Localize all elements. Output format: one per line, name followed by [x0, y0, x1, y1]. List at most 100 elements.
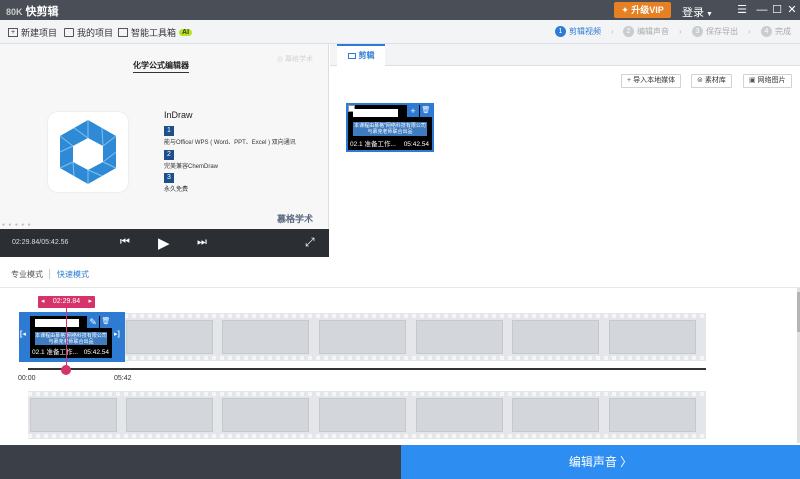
tab-edit-label: 剪辑	[358, 51, 375, 60]
mode-bar: 专业模式 快速模式	[0, 262, 800, 288]
minimize-button[interactable]: —	[755, 3, 769, 17]
feature-text: 永久免费	[164, 187, 189, 193]
feature-number: 1	[164, 126, 174, 136]
new-project-label: 新建项目	[21, 28, 58, 38]
clip-slide-text: 本课程由慕格"网络科技有限公司与慕克老师联合出品	[353, 122, 427, 137]
track-frame	[126, 398, 213, 432]
track-frame	[416, 320, 503, 354]
toolbox-label: 智能工具箱	[131, 28, 177, 38]
player-controls: 02:29.84/05:42.56 ⏮ ▶ ⏭ ⤢	[0, 229, 329, 257]
fullscreen-icon[interactable]: ⤢	[305, 235, 315, 250]
toolbox-button[interactable]: 智能工具箱 AI	[118, 26, 193, 39]
playhead-handle[interactable]	[61, 365, 71, 375]
clip-tools: ✎ 🗑	[86, 316, 112, 328]
track-frame	[319, 320, 406, 354]
playhead-prev-icon[interactable]: ◂	[38, 296, 45, 308]
chevron-down-icon: ▼	[706, 11, 713, 18]
my-projects-button[interactable]: 我的项目	[64, 26, 113, 39]
clip-slide-text: 本课程由慕格"网络科技有限公司与慕克老师联合出品	[34, 331, 108, 346]
clip-caption: 02.1 准备工作... 05:42.54	[30, 347, 112, 358]
step-edit-audio[interactable]: 2 编辑声音 ›	[623, 26, 682, 37]
trash-icon[interactable]: 🗑	[100, 316, 112, 328]
trim-handle-left[interactable]: [◂	[20, 330, 26, 338]
clip-tools: + 🗑	[406, 105, 432, 117]
clip-thumbnail	[353, 108, 399, 117]
playhead-time: ◂ 02:29.84 ▸	[38, 296, 95, 308]
menu-icon[interactable]: ☰	[735, 3, 749, 17]
video-preview[interactable]: 化学公式编辑器 ◎ 幕格学术 InDraw 1 能与Office/ WPS ( …	[0, 44, 329, 229]
clip-thumbnail	[34, 319, 80, 327]
edit-audio-button[interactable]: 编辑声音 〉	[401, 445, 800, 479]
new-project-button[interactable]: + 新建项目	[8, 26, 57, 39]
track-frame	[222, 320, 309, 354]
step-number: 3	[692, 26, 703, 37]
film-sprocket	[28, 314, 706, 318]
tab-quick-mode[interactable]: 快速模式	[57, 269, 89, 280]
playhead-line	[66, 307, 67, 372]
track-frame	[512, 320, 599, 354]
playhead-time-label: 02:29.84	[52, 298, 81, 305]
film-sprocket	[28, 434, 706, 438]
previous-icon[interactable]: ⏮	[120, 236, 130, 249]
login-button[interactable]: 登录 ▼	[682, 4, 713, 20]
button-label: 网络图片	[757, 77, 786, 84]
plus-icon: +	[627, 77, 632, 84]
slide-title: 化学公式编辑器	[133, 60, 189, 73]
step-number: 2	[623, 26, 634, 37]
close-button[interactable]: ✕	[785, 3, 799, 17]
feature-item: 2 完美兼容ChemDraw	[164, 150, 218, 170]
web-images-button[interactable]: ▣ 网络图片	[743, 74, 792, 88]
playhead-next-icon[interactable]: ▸	[88, 296, 95, 308]
track-frame	[30, 398, 117, 432]
track-frame	[319, 398, 406, 432]
plus-square-icon: +	[8, 28, 18, 37]
login-label: 登录	[682, 7, 704, 19]
toolbox-icon	[118, 28, 128, 37]
clip-duration: 05:42.54	[403, 141, 429, 148]
video-track[interactable]	[28, 313, 706, 361]
product-name: InDraw	[164, 110, 193, 120]
brand-text: 慕格学术	[277, 214, 314, 224]
feature-number: 3	[164, 173, 174, 183]
button-label: 导入本地媒体	[633, 77, 676, 84]
tick-label: 00:00	[18, 375, 36, 382]
play-icon[interactable]: ▶	[158, 234, 170, 252]
material-library-button[interactable]: ⊜ 素材库	[691, 74, 732, 88]
maximize-button[interactable]: ☐	[770, 3, 784, 17]
media-clip[interactable]: 本课程由慕格"网络科技有限公司与慕克老师联合出品 + 🗑 02.1 准备工作..…	[346, 103, 434, 152]
tab-edit[interactable]: 剪辑	[337, 44, 385, 66]
edit-icon[interactable]: ✎	[87, 316, 99, 328]
track-frame	[416, 398, 503, 432]
folder-icon	[64, 28, 74, 37]
film-sprocket	[28, 356, 706, 360]
clip-title: 02.1 准备工作...	[32, 349, 78, 356]
step-save-export[interactable]: 3 保存导出 ›	[692, 26, 751, 37]
feature-text: 能与Office/ WPS ( Word、PPT、Excel ) 双向通讯	[164, 140, 296, 146]
upgrade-vip-button[interactable]: ✦ 升级VIP	[614, 2, 671, 18]
next-icon[interactable]: ⏭	[197, 236, 207, 249]
chevron-right-icon: ›	[748, 27, 751, 36]
image-icon: ▣	[749, 77, 756, 84]
add-icon[interactable]: +	[407, 105, 419, 117]
ai-badge: AI	[179, 29, 193, 36]
track-frame	[126, 320, 213, 354]
feature-text: 完美兼容ChemDraw	[164, 164, 219, 170]
feature-item: 3 永久免费	[164, 173, 188, 193]
tab-pro-mode[interactable]: 专业模式	[11, 269, 43, 280]
trash-icon[interactable]: 🗑	[420, 105, 432, 117]
clip-title: 02.1 准备工作...	[350, 141, 396, 148]
edit-tab-bar	[330, 44, 800, 66]
trim-handle-right[interactable]: ▸]	[114, 330, 120, 338]
import-local-media-button[interactable]: + 导入本地媒体	[621, 74, 682, 88]
step-label: 剪辑视频	[569, 27, 601, 36]
logo-mark: 80K	[6, 7, 23, 17]
film-sprocket	[28, 392, 706, 396]
timeline-clip[interactable]: 本课程由慕格"网络科技有限公司与慕克老师联合出品 ✎ 🗑 02.1 准备工作..…	[28, 314, 114, 360]
step-edit-video[interactable]: 1 剪辑视频 ›	[555, 26, 614, 37]
clip-caption: 02.1 准备工作... 05:42.54	[348, 139, 432, 150]
step-complete[interactable]: 4 完成	[761, 26, 791, 37]
step-label: 编辑声音	[637, 27, 669, 36]
track-frame	[222, 398, 309, 432]
library-icon: ⊜	[697, 77, 703, 84]
audio-track[interactable]	[28, 391, 706, 439]
